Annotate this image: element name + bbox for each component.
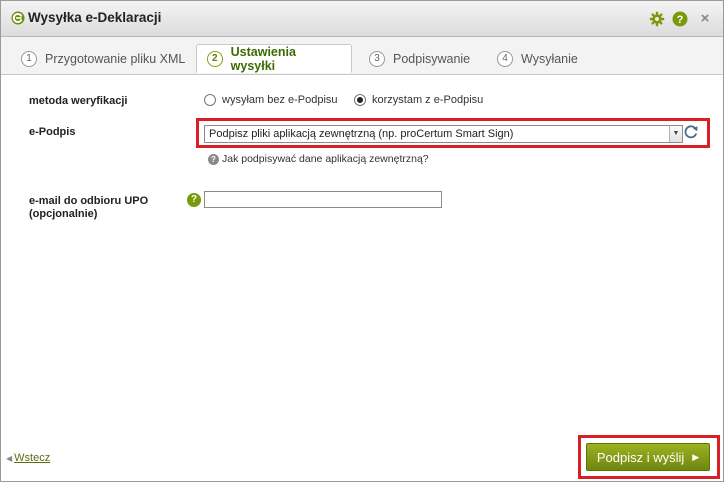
question-icon: ? <box>208 153 219 165</box>
form-content: metoda weryfikacji wysyłam bez e-Podpisu… <box>1 75 723 481</box>
wizard-tabs: 1 Przygotowanie pliku XML 2 Ustawienia w… <box>1 37 723 75</box>
app-logo-icon <box>11 11 25 25</box>
tab-label: Przygotowanie pliku XML <box>45 51 186 66</box>
radio-button[interactable] <box>354 94 366 106</box>
refresh-icon[interactable] <box>682 123 700 141</box>
chevron-down-icon[interactable]: ▼ <box>669 126 682 142</box>
radio-without-signature[interactable]: wysyłam bez e-Podpisu <box>204 94 338 106</box>
tab-label: Ustawienia wysyłki <box>230 44 296 73</box>
tab-signing[interactable]: 3 Podpisywanie <box>369 44 470 73</box>
dialog-window: Wysyłka e-Deklaracji ? × 1 Przygotowanie… <box>0 0 724 482</box>
tab-number: 4 <box>497 50 513 67</box>
tab-number: 3 <box>369 50 385 67</box>
title-bar: Wysyłka e-Deklaracji ? × <box>1 1 723 37</box>
help-icon[interactable]: ? <box>672 11 688 27</box>
play-arrow-icon: ▶ <box>692 451 700 462</box>
tab-sending[interactable]: 4 Wysyłanie <box>497 44 578 73</box>
radio-label: korzystam z e-Podpisu <box>372 94 484 106</box>
tab-xml-preparation[interactable]: 1 Przygotowanie pliku XML <box>21 44 185 73</box>
back-link-label: Wstecz <box>14 452 51 464</box>
help-icon-glyph: ? <box>677 14 684 26</box>
verification-method-label: metoda weryfikacji <box>29 95 128 107</box>
tab-label: Podpisywanie <box>393 51 471 66</box>
select-value: Podpisz pliki aplikacją zewnętrzną (np. … <box>209 128 514 140</box>
back-arrow-icon: ◀ <box>6 453 13 463</box>
radio-label: wysyłam bez e-Podpisu <box>222 94 338 106</box>
signature-help-text: Jak podpisywać dane aplikacją zewnętrzną… <box>222 153 429 165</box>
tab-number: 1 <box>21 50 37 67</box>
sign-and-send-button[interactable]: Podpisz i wyślij ▶ <box>586 443 710 471</box>
radio-with-signature[interactable]: korzystam z e-Podpisu <box>354 94 483 106</box>
upo-help-icon[interactable]: ? <box>187 193 201 207</box>
upo-email-label-line2: (opcjonalnie) <box>29 208 98 220</box>
gear-icon[interactable] <box>649 11 665 27</box>
sign-and-send-label: Podpisz i wyślij <box>596 449 685 465</box>
signature-method-select[interactable]: Podpisz pliki aplikacją zewnętrzną (np. … <box>204 125 683 143</box>
upo-email-label-line1: e-mail do odbioru UPO <box>29 195 149 207</box>
tab-label: Wysyłanie <box>521 51 578 66</box>
window-title: Wysyłka e-Deklaracji <box>28 10 162 25</box>
tab-send-settings[interactable]: 2 Ustawienia wysyłki <box>196 44 352 73</box>
back-link[interactable]: ◀ Wstecz <box>6 452 50 464</box>
radio-button[interactable] <box>204 94 216 106</box>
signature-label: e-Podpis <box>29 126 76 138</box>
upo-email-input[interactable] <box>204 191 442 208</box>
close-icon[interactable]: × <box>697 11 713 28</box>
tab-number: 2 <box>207 50 223 67</box>
signature-help-link[interactable]: ? Jak podpisywać dane aplikacją zewnętrz… <box>208 153 429 165</box>
